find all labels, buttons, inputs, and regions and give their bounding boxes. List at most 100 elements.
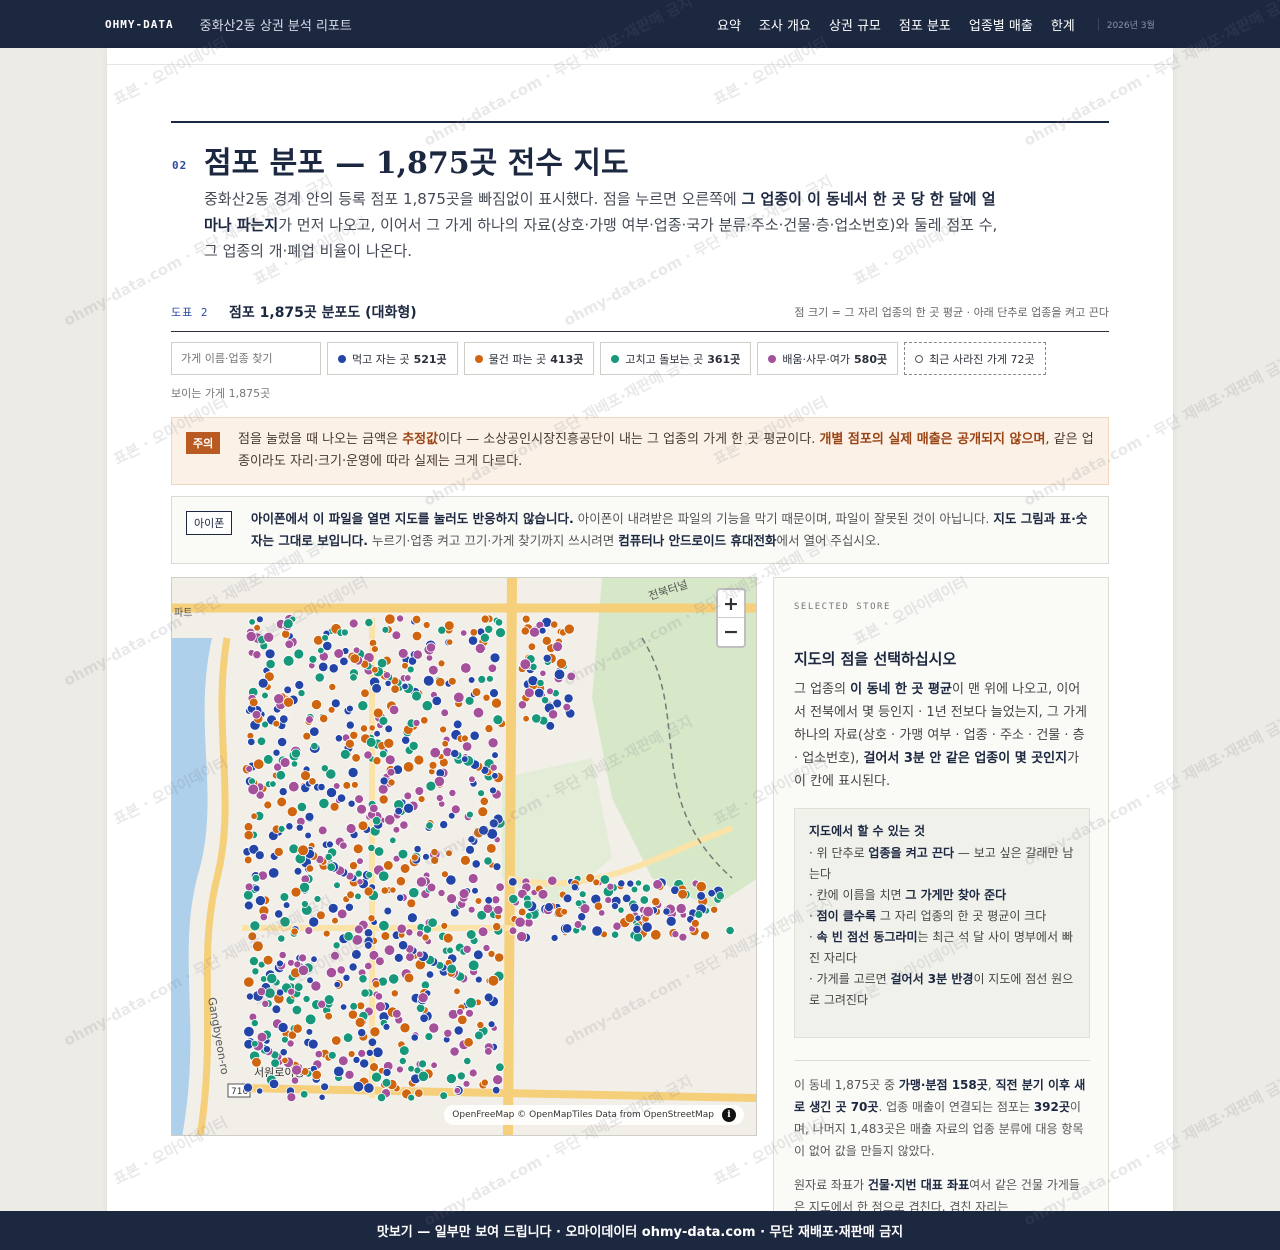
store-dot[interactable] <box>251 967 260 976</box>
store-dot[interactable] <box>290 760 299 768</box>
store-dot[interactable] <box>286 1039 295 1048</box>
store-dot[interactable] <box>537 888 549 900</box>
store-dot[interactable] <box>413 844 422 854</box>
store-dot[interactable] <box>610 901 619 910</box>
store-dot[interactable] <box>325 966 337 979</box>
store-dot[interactable] <box>555 657 568 670</box>
store-dot[interactable] <box>380 886 389 895</box>
store-dot[interactable] <box>245 992 254 1001</box>
store-dot[interactable] <box>270 1058 280 1068</box>
store-dot[interactable] <box>287 987 296 996</box>
store-dot[interactable] <box>279 916 291 928</box>
store-dot[interactable] <box>467 635 479 646</box>
filter-chip-retail[interactable]: 물건 파는 곳 413곳 <box>463 342 595 375</box>
store-dot[interactable] <box>334 734 343 743</box>
store-dot[interactable] <box>641 883 651 893</box>
store-dot[interactable] <box>298 953 308 963</box>
store-dot[interactable] <box>425 642 437 653</box>
store-dot[interactable] <box>460 734 469 743</box>
store-dot[interactable] <box>592 878 601 887</box>
store-dot[interactable] <box>274 909 284 919</box>
store-dot[interactable] <box>489 652 501 664</box>
store-dot[interactable] <box>440 870 449 879</box>
store-dot[interactable] <box>522 714 530 723</box>
store-dot[interactable] <box>349 673 358 682</box>
store-dot[interactable] <box>243 889 254 901</box>
store-dot[interactable] <box>342 1032 354 1043</box>
store-dot[interactable] <box>403 802 415 814</box>
store-dot[interactable] <box>297 964 309 976</box>
store-dot[interactable] <box>356 1001 366 1011</box>
store-dot[interactable] <box>354 869 363 878</box>
store-dot[interactable] <box>411 614 422 625</box>
store-dot[interactable] <box>310 699 322 711</box>
store-dot[interactable] <box>373 729 381 738</box>
store-dot[interactable] <box>483 856 493 866</box>
store-dot[interactable] <box>256 736 267 747</box>
store-dot[interactable] <box>446 893 458 905</box>
store-dot[interactable] <box>396 893 405 902</box>
store-dot[interactable] <box>427 664 439 676</box>
store-dot[interactable] <box>307 1038 319 1050</box>
store-dot[interactable] <box>379 776 389 786</box>
store-dot[interactable] <box>435 793 444 802</box>
store-dot[interactable] <box>376 657 388 669</box>
store-dot[interactable] <box>249 920 261 932</box>
store-dot[interactable] <box>495 1062 505 1072</box>
store-dot[interactable] <box>384 814 396 826</box>
store-dot[interactable] <box>494 952 505 963</box>
store-dot[interactable] <box>374 1001 386 1013</box>
store-dot[interactable] <box>278 950 287 960</box>
store-dot[interactable] <box>531 713 542 724</box>
store-dot[interactable] <box>487 949 496 958</box>
store-dot[interactable] <box>492 922 502 932</box>
store-dot[interactable] <box>467 905 476 914</box>
store-dot[interactable] <box>642 905 655 918</box>
store-dot[interactable] <box>700 930 711 941</box>
store-dot[interactable] <box>403 791 413 801</box>
store-dot[interactable] <box>406 665 415 674</box>
store-dot[interactable] <box>462 1079 471 1088</box>
store-dot[interactable] <box>256 986 267 997</box>
store-dot[interactable] <box>344 738 355 749</box>
store-dot[interactable] <box>471 886 479 895</box>
store-dot[interactable] <box>282 901 291 909</box>
store-dot[interactable] <box>492 862 502 872</box>
store-dot[interactable] <box>293 866 303 876</box>
store-dot[interactable] <box>610 930 620 939</box>
store-dot[interactable] <box>401 682 409 691</box>
store-dot[interactable] <box>399 863 411 874</box>
store-dot[interactable] <box>480 1078 489 1087</box>
store-dot[interactable] <box>373 846 385 857</box>
store-dot[interactable] <box>338 1055 349 1067</box>
store-dot[interactable] <box>424 1032 434 1042</box>
store-dot[interactable] <box>259 975 268 983</box>
store-dot[interactable] <box>612 921 622 931</box>
store-dot[interactable] <box>383 944 396 956</box>
store-dot[interactable] <box>440 708 450 718</box>
store-dot[interactable] <box>417 1070 429 1082</box>
store-dot[interactable] <box>383 860 394 871</box>
store-dot[interactable] <box>259 912 268 922</box>
store-dot[interactable] <box>404 674 412 682</box>
store-dot[interactable] <box>267 867 280 879</box>
store-dot[interactable] <box>441 740 450 748</box>
store-dot[interactable] <box>562 893 573 904</box>
store-dot[interactable] <box>371 980 381 989</box>
store-dot[interactable] <box>566 671 576 682</box>
store-dot[interactable] <box>539 669 547 677</box>
store-dot[interactable] <box>292 1023 303 1034</box>
store-dot[interactable] <box>304 926 314 936</box>
store-dot[interactable] <box>495 627 506 638</box>
store-dot[interactable] <box>547 709 559 720</box>
store-dot[interactable] <box>484 624 494 634</box>
store-dot[interactable] <box>349 730 359 740</box>
store-dot[interactable] <box>351 949 362 960</box>
store-dot[interactable] <box>349 1001 359 1011</box>
store-dot[interactable] <box>428 1022 440 1034</box>
store-dot[interactable] <box>414 1088 424 1098</box>
store-dot[interactable] <box>339 656 349 667</box>
store-dot[interactable] <box>544 902 554 913</box>
store-dot[interactable] <box>305 715 314 724</box>
store-dot[interactable] <box>524 911 533 920</box>
